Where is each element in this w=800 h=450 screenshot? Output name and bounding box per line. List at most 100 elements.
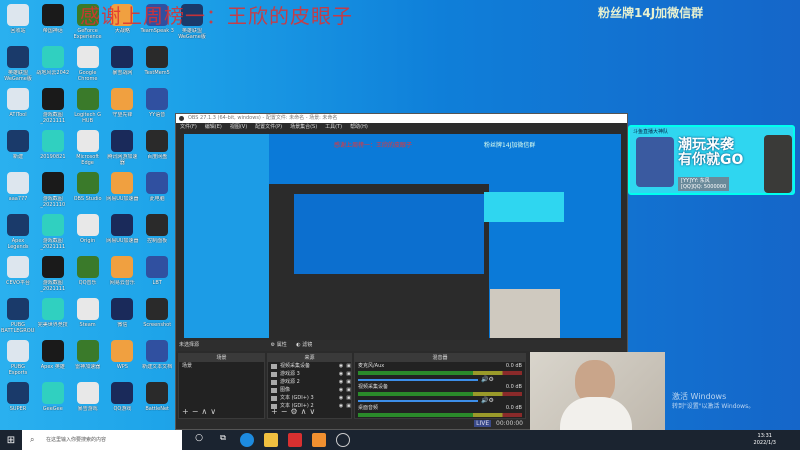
desktop-icon[interactable]: Origin [71, 214, 105, 250]
desktop-icon[interactable]: CEVO平台 [1, 256, 35, 292]
desktop-icon[interactable]: QQ游戏 [105, 382, 139, 418]
desktop-icon[interactable]: 百度网盘 [140, 130, 174, 166]
desktop-icon[interactable]: Apex 英雄 [36, 340, 70, 376]
source-item[interactable]: 游戏源 3 ◉ ▣ [268, 370, 351, 378]
app-icon [111, 256, 134, 278]
edge-icon[interactable] [240, 433, 254, 447]
source-item[interactable]: 文本 (GDI+) 3 ◉ ▣ [268, 394, 351, 402]
desktop-icon[interactable]: 网易UU加速器 [105, 214, 139, 250]
volume-slider[interactable] [358, 399, 478, 402]
app-icon [76, 214, 99, 236]
desktop-icon[interactable]: 战地风云2042 [36, 46, 70, 82]
obs-taskbar-icon[interactable] [336, 433, 350, 447]
lock-icon[interactable]: ▣ [346, 394, 351, 402]
lock-icon[interactable]: ▣ [346, 370, 351, 378]
desktop-icon[interactable]: TestMem5 [140, 46, 174, 82]
scene-controls[interactable]: +−∧∨ [182, 407, 219, 416]
properties-button[interactable]: ⚙ 属性 [271, 342, 287, 348]
desktop-icon[interactable]: 游戏截图_2021111 [36, 88, 70, 124]
menu-bar: 文件(F) 编辑(E) 视图(V) 配置文件(P) 场景集合(S) 工具(T) 帮助(H) [176, 123, 627, 132]
desktop-icon[interactable]: 英雄联盟WeGame版 [1, 46, 35, 82]
scene-item[interactable]: 场景 [179, 362, 264, 370]
desktop-icon[interactable]: 守望先锋 [105, 88, 139, 124]
desktop-icon[interactable]: QQ音乐 [71, 256, 105, 292]
desktop-icon[interactable]: 暴雪游戏 [71, 382, 105, 418]
desktop-icon[interactable]: aaa777 [1, 172, 35, 208]
menu-item[interactable]: 编辑(E) [205, 123, 222, 132]
explorer-icon[interactable] [264, 433, 278, 447]
desktop-icon[interactable]: PUBG Esports [1, 340, 35, 376]
desktop-icon[interactable]: 帝国神话 [36, 4, 70, 40]
lock-icon[interactable]: ▣ [346, 386, 351, 394]
desktop-icon[interactable]: 游戏截图_2021110 [36, 172, 70, 208]
cortana-icon[interactable]: ○ [192, 433, 206, 447]
desktop-icon[interactable]: 20190821 [36, 130, 70, 166]
eye-icon[interactable]: ◉ [339, 386, 343, 394]
desktop-icon[interactable]: OBS Studio [71, 172, 105, 208]
desktop-icon[interactable]: GeeGee [36, 382, 70, 418]
lock-icon[interactable]: ▣ [346, 362, 351, 370]
gear-icon[interactable]: ⚙ [488, 376, 493, 383]
lock-icon[interactable]: ▣ [346, 402, 351, 410]
desktop-icon[interactable]: WPS [105, 340, 139, 376]
preview-canvas[interactable]: 粉丝牌14J加微信群 感谢上周榜一：王欣的皮眼子 [184, 134, 621, 338]
app-icon [76, 130, 99, 152]
desktop-icon-label: PUBG Esports [8, 364, 28, 376]
desktop-icon[interactable]: Steam [71, 298, 105, 334]
eye-icon[interactable]: ◉ [339, 402, 343, 410]
desktop-icon[interactable]: 新建文本文档 [140, 340, 174, 376]
menu-item[interactable]: 视图(V) [230, 123, 247, 132]
desktop-icon[interactable]: PUBG BATTLEGROUNDS [1, 298, 35, 334]
desktop-icon[interactable]: Screenshot [140, 298, 174, 334]
desktop-icon[interactable]: 游戏截图_2021111 [36, 214, 70, 250]
menu-item[interactable]: 配置文件(P) [255, 123, 282, 132]
desktop-icon[interactable]: 回收站 [1, 4, 35, 40]
eye-icon[interactable]: ◉ [339, 370, 343, 378]
desktop-icon[interactable]: SUPER [1, 382, 35, 418]
desktop-icon[interactable]: 此电脑 [140, 172, 174, 208]
desktop-icon[interactable]: Logitech G HUB [71, 88, 105, 124]
menu-item[interactable]: 场景集合(S) [290, 123, 317, 132]
speaker-icon[interactable]: 🔊 [481, 376, 488, 383]
desktop-icon[interactable]: 微信 [105, 298, 139, 334]
desktop-icon[interactable]: 暴雪战网 [105, 46, 139, 82]
eye-icon[interactable]: ◉ [339, 378, 343, 386]
app-icon[interactable] [312, 433, 326, 447]
filters-button[interactable]: ◐ 滤镜 [296, 342, 312, 348]
menu-item[interactable]: 帮助(H) [350, 123, 368, 132]
volume-slider[interactable] [358, 378, 478, 381]
desktop-icon[interactable]: 腾讯网游加速器 [105, 130, 139, 166]
source-item[interactable]: 视频采集设备 ◉ ▣ [268, 362, 351, 370]
desktop-icon[interactable]: 游戏截图_2021111 [36, 256, 70, 292]
start-button[interactable]: ⊞ [0, 435, 22, 446]
desktop-icon[interactable]: 网易云音乐 [105, 256, 139, 292]
source-controls[interactable]: +−⚙∧∨ [271, 407, 318, 416]
desktop-icon[interactable]: Apex Legends [1, 214, 35, 250]
desktop-icon[interactable]: 新建 [1, 130, 35, 166]
desktop-icon[interactable]: LBT [140, 256, 174, 292]
app-icon [41, 88, 64, 110]
task-view-icon[interactable]: ⧉ [216, 433, 230, 447]
desktop-icon[interactable]: ATITool [1, 88, 35, 124]
menu-item[interactable]: 文件(F) [180, 123, 197, 132]
desktop-icon[interactable]: 雷神加速器 [71, 340, 105, 376]
desktop-icon[interactable]: 完美世界竞技 [36, 298, 70, 334]
desktop-icon[interactable]: 控制面板 [140, 214, 174, 250]
desktop-icon[interactable]: YY语音 [140, 88, 174, 124]
clock[interactable]: 13:31 2022/1/3 [754, 433, 776, 447]
eye-icon[interactable]: ◉ [339, 394, 343, 402]
desktop-icon[interactable]: 网易UU加速器 [105, 172, 139, 208]
lock-icon[interactable]: ▣ [346, 378, 351, 386]
desktop-icon[interactable]: Google Chrome [71, 46, 105, 82]
speaker-icon[interactable]: 🔊 [481, 397, 488, 404]
netease-music-icon[interactable] [288, 433, 302, 447]
menu-item[interactable]: 工具(T) [325, 123, 342, 132]
taskbar-search[interactable]: ⌕ 在这里输入你要搜索的内容 [22, 430, 182, 450]
gear-icon[interactable]: ⚙ [488, 397, 493, 404]
source-item[interactable]: 游戏源 2 ◉ ▣ [268, 378, 351, 386]
desktop-icon[interactable]: BattleNet [140, 382, 174, 418]
source-item[interactable]: 图像 ◉ ▣ [268, 386, 351, 394]
eye-icon[interactable]: ◉ [339, 362, 343, 370]
desktop-icon[interactable]: Microsoft Edge [71, 130, 105, 166]
app-icon [146, 340, 169, 362]
